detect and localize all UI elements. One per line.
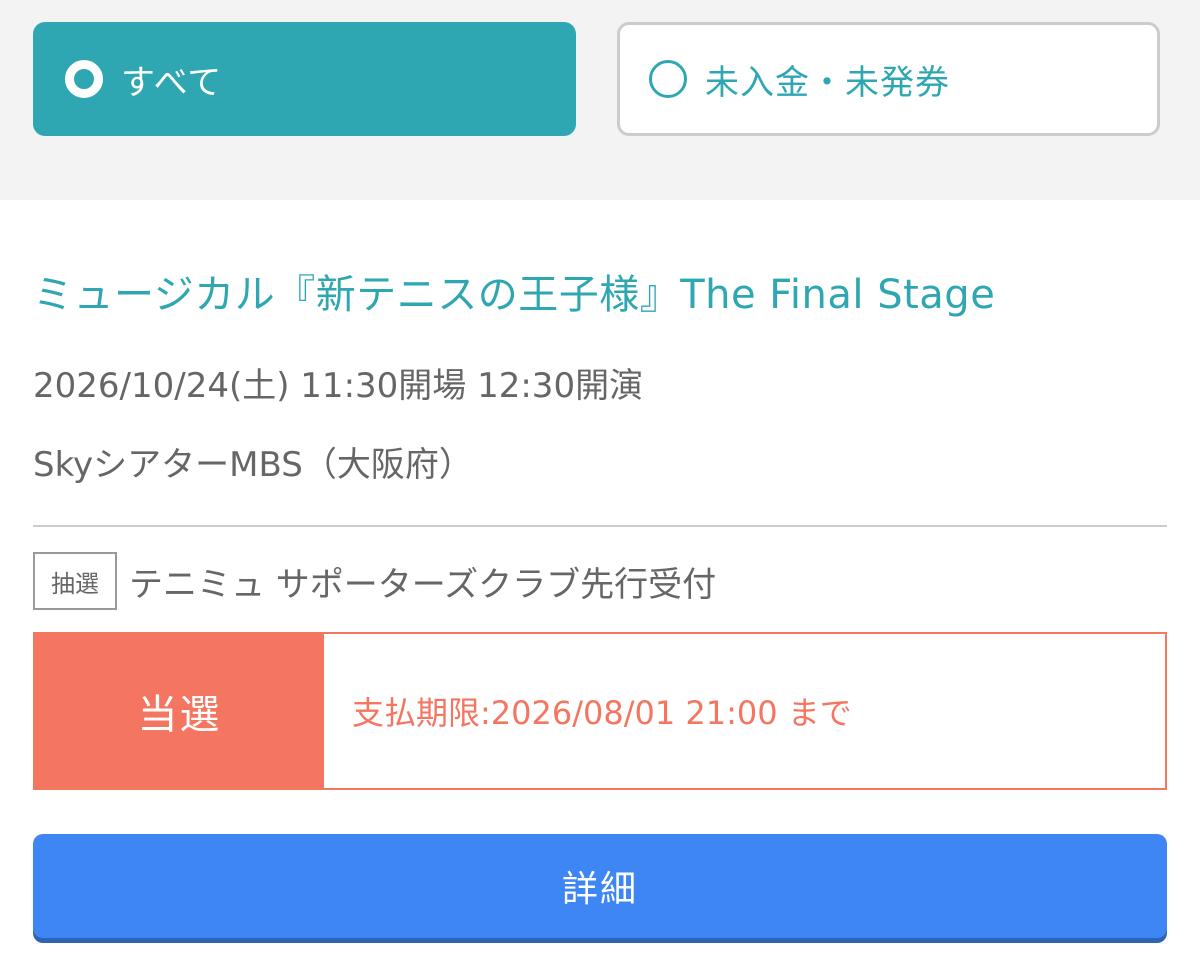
detail-button[interactable]: 詳細 xyxy=(33,834,1167,938)
event-title: ミュージカル『新テニスの王子様』The Final Stage xyxy=(33,272,996,318)
lottery-badge: 抽選 xyxy=(33,552,117,610)
filter-bar: すべて 未入金・未発券 xyxy=(0,0,1200,200)
radio-unselected-icon xyxy=(649,60,687,98)
radio-selected-icon xyxy=(65,60,103,98)
filter-all-label: すべて xyxy=(121,62,223,103)
result-status: 当選 xyxy=(35,634,324,788)
payment-deadline: 支払期限:2026/08/01 21:00 まで xyxy=(352,694,852,732)
filter-unpaid-button[interactable]: 未入金・未発券 xyxy=(617,22,1160,136)
filter-all-button[interactable]: すべて xyxy=(33,22,576,136)
divider xyxy=(33,525,1167,527)
event-venue: SkyシアターMBS（大阪府） xyxy=(33,445,473,485)
event-datetime: 2026/10/24(土) 11:30開場 12:30開演 xyxy=(33,366,644,406)
lottery-result-box: 当選 支払期限:2026/08/01 21:00 まで xyxy=(33,632,1167,790)
sale-name: テニミュ サポーターズクラブ先行受付 xyxy=(129,564,717,605)
sale-row: 抽選 テニミュ サポーターズクラブ先行受付 xyxy=(33,552,716,610)
filter-unpaid-label: 未入金・未発券 xyxy=(705,62,950,103)
